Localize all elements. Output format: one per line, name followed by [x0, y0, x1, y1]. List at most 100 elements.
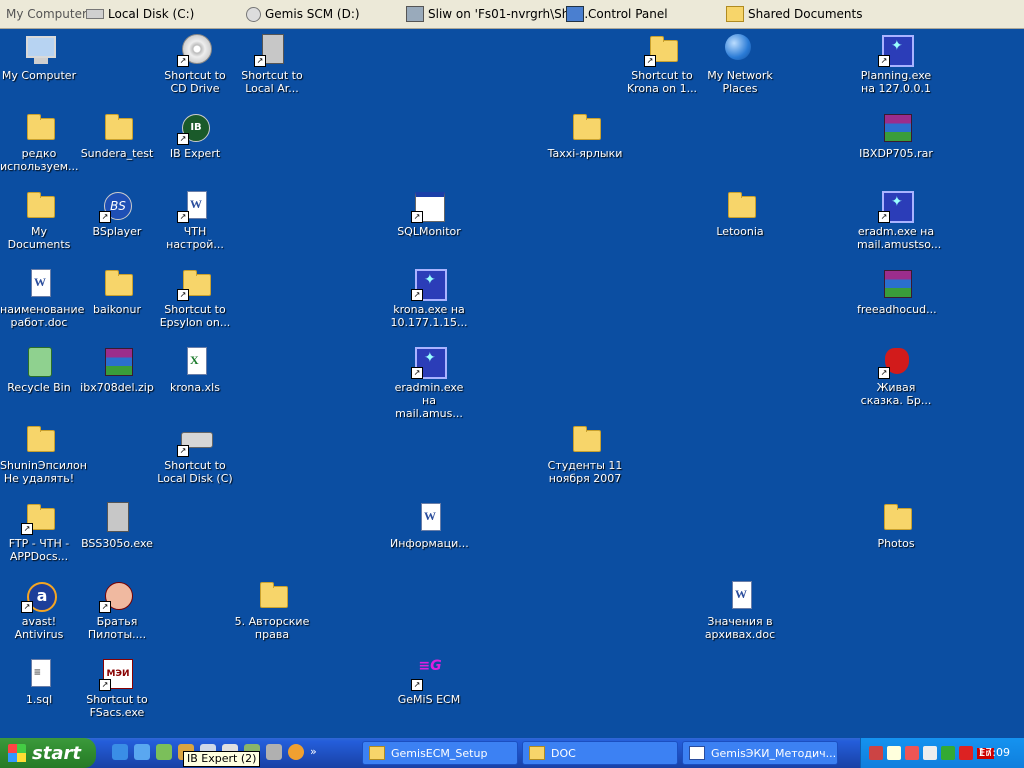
desktop-icon-redko[interactable]: редко используем...	[0, 110, 79, 173]
desktop-icon-krona-exe[interactable]: ↗ krona.exe на 10.177.1.15...	[390, 266, 468, 329]
desktop-icon-krona-xls[interactable]: krona.xls	[156, 344, 234, 394]
task-gemisecm-setup[interactable]: GemisECM_Setup	[362, 741, 518, 765]
desktop-icon-informaci[interactable]: Информаци...	[390, 500, 469, 550]
task-label: GemisECM_Setup	[391, 746, 488, 760]
desktop-icon-fsacs[interactable]: МЭИ ↗ Shortcut to FSacs.exe	[78, 656, 156, 719]
icon-label: Shortcut to Krona on 1...	[626, 69, 698, 95]
link-gemis-scm[interactable]: Gemis SCM (D:)	[246, 5, 360, 23]
control-panel-icon	[566, 6, 584, 22]
start-label: start	[32, 742, 81, 764]
icon-label: freeadhocud...	[857, 303, 937, 316]
rar-icon	[884, 114, 912, 142]
desktop-icon-zhivaya-skazka[interactable]: ↗ Живая сказка. Бр...	[857, 344, 935, 407]
desktop-icon-bsplayer[interactable]: BS ↗ BSplayer	[78, 188, 156, 238]
desktop-icon-taxxi[interactable]: Taxxi-ярлыки	[546, 110, 624, 160]
recycle-bin-icon	[28, 347, 52, 377]
desktop-icon-naimenovanie[interactable]: наименование работ.doc	[0, 266, 84, 329]
desktop-icon-ibxdp705[interactable]: IBXDP705.rar	[857, 110, 935, 160]
shortcut-arrow-icon: ↗	[177, 133, 189, 145]
desktop-icon-sundera[interactable]: Sundera_test	[78, 110, 156, 160]
desktop-icon-my-computer[interactable]: My Computer	[0, 32, 78, 82]
icon-label: BSS305o.exe	[81, 537, 153, 550]
desktop-icon-local-area[interactable]: ↗ Shortcut to Local Ar...	[233, 32, 311, 95]
desktop-icon-local-disk-c[interactable]: ↗ Shortcut to Local Disk (C)	[156, 422, 234, 485]
desktop: My Computer Local Disk (C:) Gemis SCM (D…	[0, 0, 1024, 768]
desktop-icon-1-sql[interactable]: 1.sql	[0, 656, 78, 706]
network-tray-icon[interactable]	[869, 746, 883, 760]
tray-icon[interactable]	[887, 746, 901, 760]
desktop-icon-cd-drive[interactable]: ↗ Shortcut to CD Drive	[156, 32, 234, 95]
icon-label: редко используем...	[0, 147, 79, 173]
icon-label: ЧТН настрой...	[166, 225, 224, 251]
icon-label: eradm.exe на mail.amustso...	[857, 225, 942, 251]
link-shared-documents[interactable]: Shared Documents	[726, 5, 862, 23]
desktop-icon-krona-shortcut[interactable]: ↗ Shortcut to Krona on 1...	[623, 32, 701, 95]
desktop-icon-ib-expert[interactable]: IB ↗ IB Expert	[156, 110, 234, 160]
tray-icon[interactable]	[905, 746, 919, 760]
documents-icon	[27, 192, 55, 218]
link-local-disk[interactable]: Local Disk (C:)	[86, 5, 194, 23]
desktop-icon-eradm[interactable]: ↗ eradm.exe на mail.amustso...	[857, 188, 942, 251]
icon-label: Letoonia	[716, 225, 764, 238]
network-icon[interactable]	[156, 744, 172, 760]
desktop-icon-recycle-bin[interactable]: Recycle Bin	[0, 344, 78, 394]
shortcut-arrow-icon: ↗	[99, 211, 111, 223]
desktop-icon-avast[interactable]: a ↗ avast! Antivirus	[0, 578, 78, 641]
link-my-computer[interactable]: My Computer	[6, 5, 87, 23]
folder-icon	[884, 504, 912, 530]
start-button[interactable]: start	[0, 738, 96, 768]
task-gemis-eki[interactable]: GemisЭКИ_Методич...	[682, 741, 838, 765]
word-icon	[689, 746, 705, 760]
desktop-icon-ftp[interactable]: ↗ FTP - ЧТН - APPDocs...	[0, 500, 78, 563]
icon-label: My Documents	[7, 225, 71, 251]
link-control-panel[interactable]: Control Panel	[566, 5, 668, 23]
desktop-icon-shunin[interactable]: ShuninЭпсилон Не удалять!	[0, 422, 87, 485]
taskbar: start » GemisECM_Setup DOC GemisЭКИ_Мето…	[0, 738, 1024, 768]
desktop-icon-letoonia[interactable]: Letoonia	[701, 188, 779, 238]
desktop-icon-freeadhocud[interactable]: freeadhocud...	[857, 266, 937, 316]
icon-label: Информаци...	[390, 537, 469, 550]
desktop-icon-photos[interactable]: Photos	[857, 500, 935, 550]
desktop-icon-planning[interactable]: ↗ Planning.exe на 127.0.0.1	[857, 32, 935, 95]
desktop-icon-baikonur[interactable]: baikonur	[78, 266, 156, 316]
gear-icon[interactable]	[266, 744, 282, 760]
shortcut-arrow-icon: ↗	[878, 55, 890, 67]
icon-label: Shortcut to Local Ar...	[241, 69, 303, 95]
browser-icon[interactable]	[134, 744, 150, 760]
folder-icon	[529, 746, 545, 760]
icon-label: Photos	[877, 537, 915, 550]
ie-icon[interactable]	[112, 744, 128, 760]
chevron-more-icon[interactable]: »	[310, 744, 317, 764]
desktop-icon-epsylon[interactable]: ↗ Shortcut to Epsylon on...	[156, 266, 234, 329]
folder-icon	[573, 114, 601, 140]
desktop-icon-ibx708del[interactable]: ibx708del.zip	[78, 344, 156, 394]
desktop-icon-bss305o[interactable]: BSS305o.exe	[78, 500, 156, 550]
shortcut-arrow-icon: ↗	[411, 289, 423, 301]
media-player-icon[interactable]	[288, 744, 304, 760]
desktop-icon-avtorskie-prava[interactable]: 5. Авторские права	[233, 578, 311, 641]
icon-label: 1.sql	[25, 693, 53, 706]
tray-icon[interactable]	[923, 746, 937, 760]
windows-logo-icon	[8, 744, 26, 762]
rar-icon	[105, 348, 133, 376]
icon-label: baikonur	[93, 303, 141, 316]
desktop-icon-znacheniya[interactable]: Значения в архивах.doc	[701, 578, 779, 641]
desktop-icon-my-documents[interactable]: My Documents	[0, 188, 78, 251]
link-network-share[interactable]: Sliw on 'Fs01-nvrgrh\Sha...	[406, 5, 588, 23]
shortcut-arrow-icon: ↗	[644, 55, 656, 67]
icon-label: ShuninЭпсилон Не удалять!	[0, 459, 87, 485]
desktop-icon-sqlmonitor[interactable]: ↗ SQLMonitor	[390, 188, 468, 238]
desktop-icon-chtn-settings[interactable]: ↗ ЧТН настрой...	[156, 188, 234, 251]
tray-icon[interactable]	[959, 746, 973, 760]
icon-label: 5. Авторские права	[234, 615, 310, 641]
task-doc[interactable]: DOC	[522, 741, 678, 765]
desktop-icon-bratya-piloty[interactable]: ↗ Братья Пилоты....	[78, 578, 156, 641]
icon-label: Братья Пилоты....	[87, 615, 147, 641]
desktop-icon-network-places[interactable]: My Network Places	[701, 32, 779, 95]
folder-icon	[726, 6, 744, 22]
desktop-icon-gemis-ecm[interactable]: ≡G ↗ GeMiS ECM	[390, 656, 468, 706]
desktop-icon-studenty[interactable]: Студенты 11 ноября 2007	[546, 422, 624, 485]
tray-icon[interactable]	[941, 746, 955, 760]
shortcut-arrow-icon: ↗	[99, 679, 111, 691]
desktop-icon-eradmin[interactable]: ↗ eradmin.exe на mail.amus...	[390, 344, 468, 420]
